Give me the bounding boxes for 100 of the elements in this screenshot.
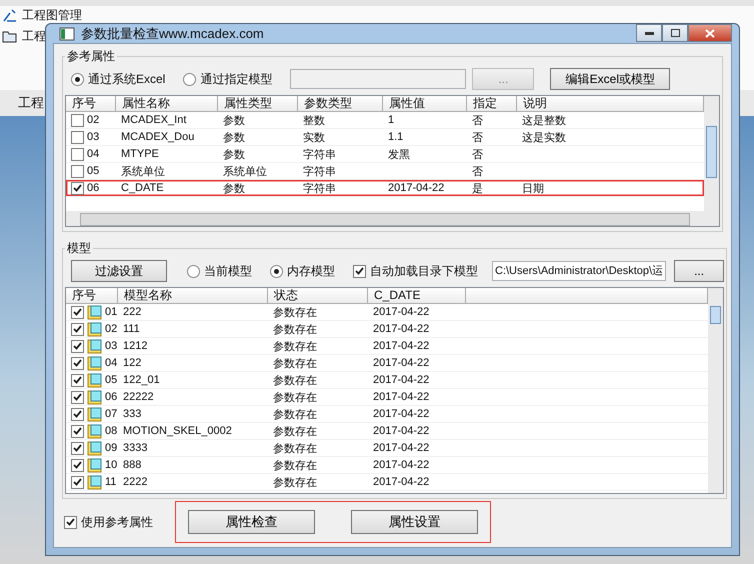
action-button[interactable]: 属性设置 bbox=[351, 510, 478, 534]
table-cell: 22222 bbox=[123, 391, 154, 403]
drawing-icon[interactable] bbox=[2, 7, 18, 23]
browse-button[interactable]: ... bbox=[674, 260, 724, 282]
checkbox-option[interactable]: 使用参考属性 bbox=[64, 514, 153, 530]
checkbox[interactable] bbox=[71, 374, 84, 386]
table-cell-text: 这是整数 bbox=[522, 114, 566, 128]
radio-button[interactable] bbox=[183, 72, 196, 86]
table-cell: 06 bbox=[105, 391, 118, 403]
table-cell: 05 bbox=[87, 165, 100, 177]
column-header[interactable]: 属性类型 bbox=[218, 96, 298, 112]
table-cell: 03 bbox=[105, 340, 118, 352]
radio-button[interactable] bbox=[187, 264, 200, 278]
checkbox[interactable] bbox=[71, 322, 84, 336]
table-cell: 1.1 bbox=[388, 131, 404, 143]
table-cell-text: 否 bbox=[472, 130, 483, 144]
column-header[interactable]: 指定 bbox=[467, 96, 517, 112]
column-header[interactable]: 属性值 bbox=[383, 96, 467, 112]
table-cell-text: 否 bbox=[472, 164, 483, 178]
ribbon-label[interactable]: 工程 bbox=[22, 29, 46, 43]
table-cell: 122_01 bbox=[123, 374, 160, 386]
checkbox[interactable] bbox=[71, 340, 84, 352]
table-cell: 08 bbox=[105, 425, 118, 437]
column-header[interactable]: C_DATE bbox=[368, 288, 466, 304]
part-icon bbox=[87, 458, 102, 472]
radio-option[interactable]: 通过指定模型 bbox=[183, 70, 272, 88]
table-cell-text: 参数存在 bbox=[273, 340, 317, 354]
table-cell: 2017-04-22 bbox=[373, 306, 430, 318]
table-cell-text: 参数存在 bbox=[273, 356, 317, 370]
filter-button[interactable]: 过滤设置 bbox=[71, 260, 167, 282]
table-cell-text: 系统单位 bbox=[121, 164, 165, 178]
table-cell: MCADEX_Int bbox=[121, 114, 186, 126]
table-cell-text: 参数存在 bbox=[273, 306, 317, 320]
table-cell: 06 bbox=[87, 182, 100, 194]
minimize-icon bbox=[644, 32, 654, 34]
checkbox[interactable] bbox=[71, 442, 84, 454]
column-header[interactable]: 序号 bbox=[66, 96, 116, 112]
close-button[interactable] bbox=[688, 24, 732, 42]
checkbox[interactable] bbox=[71, 408, 84, 420]
ribbon-label[interactable]: 工程图管理 bbox=[22, 8, 82, 22]
column-header[interactable]: 模型名称 bbox=[118, 288, 268, 304]
checkbox[interactable] bbox=[71, 356, 84, 370]
table-cell: 2017-04-22 bbox=[373, 442, 430, 454]
table-cell-text: 参数 bbox=[223, 130, 245, 144]
table-cell: MCADEX_Dou bbox=[121, 131, 194, 143]
checkbox[interactable] bbox=[71, 458, 84, 472]
table-cell-text: 参数存在 bbox=[273, 408, 317, 422]
horizontal-scrollbar[interactable] bbox=[66, 211, 704, 226]
radio-option[interactable]: 内存模型 bbox=[270, 262, 335, 280]
edit-button[interactable]: 编辑Excel或模型 bbox=[550, 68, 670, 90]
table-cell: 1 bbox=[388, 114, 394, 126]
radio-button[interactable] bbox=[71, 72, 84, 86]
column-header[interactable]: 序号 bbox=[66, 288, 118, 304]
part-icon bbox=[87, 372, 102, 388]
table-cell: 09 bbox=[105, 442, 118, 454]
checkbox-option[interactable]: 自动加载目录下模型 bbox=[353, 262, 478, 280]
table-cell-text: 参数存在 bbox=[273, 458, 317, 472]
column-header[interactable]: 参数类型 bbox=[298, 96, 383, 112]
checkbox[interactable] bbox=[71, 148, 84, 160]
checkbox[interactable] bbox=[64, 516, 77, 528]
table-cell-text: 参数存在 bbox=[273, 424, 317, 438]
table-cell: 05 bbox=[105, 374, 118, 386]
vertical-scrollbar[interactable] bbox=[708, 288, 724, 493]
radio-button[interactable] bbox=[270, 264, 283, 278]
table-cell: 04 bbox=[87, 148, 100, 160]
table-cell-text: 是 bbox=[472, 182, 483, 196]
table-cell: 3333 bbox=[123, 442, 148, 454]
checkbox[interactable] bbox=[71, 476, 84, 488]
checkbox[interactable] bbox=[71, 424, 84, 438]
maximize-button[interactable] bbox=[662, 24, 688, 42]
table-cell: C_DATE bbox=[121, 182, 164, 194]
radio-option[interactable]: 通过系统Excel bbox=[71, 70, 166, 88]
table-cell: 02 bbox=[105, 323, 118, 335]
table-cell-text: 字符串 bbox=[303, 182, 336, 196]
column-header[interactable]: 属性名称 bbox=[116, 96, 218, 112]
checkbox[interactable] bbox=[71, 114, 84, 126]
table-cell: 10 bbox=[105, 459, 118, 471]
vertical-scrollbar[interactable] bbox=[704, 96, 719, 226]
checkbox[interactable] bbox=[353, 264, 366, 278]
table-cell-text: 参数存在 bbox=[273, 322, 317, 336]
checkbox[interactable] bbox=[71, 390, 84, 404]
column-header[interactable]: 说明 bbox=[517, 96, 704, 112]
table-cell-text: 否 bbox=[472, 114, 483, 128]
group-label: 工程 bbox=[18, 94, 44, 112]
checkbox[interactable] bbox=[71, 130, 84, 144]
table-cell-text: 参数存在 bbox=[273, 476, 317, 490]
part-icon bbox=[87, 440, 102, 456]
checkbox[interactable] bbox=[71, 182, 84, 194]
table-cell-text: 字符串 bbox=[303, 164, 336, 178]
table-cell: 02 bbox=[87, 114, 100, 126]
minimize-button[interactable] bbox=[636, 24, 662, 42]
group-title: 参考属性 bbox=[66, 48, 116, 65]
table-cell-text: 参数存在 bbox=[273, 390, 317, 404]
action-button[interactable]: 属性检查 bbox=[188, 510, 315, 534]
radio-option[interactable]: 当前模型 bbox=[187, 262, 252, 280]
part-icon bbox=[87, 424, 102, 438]
column-header[interactable]: 状态 bbox=[268, 288, 368, 304]
checkbox[interactable] bbox=[71, 306, 84, 318]
checkbox[interactable] bbox=[71, 164, 84, 178]
path-field[interactable]: C:\Users\Administrator\Desktop\运 bbox=[492, 261, 666, 281]
